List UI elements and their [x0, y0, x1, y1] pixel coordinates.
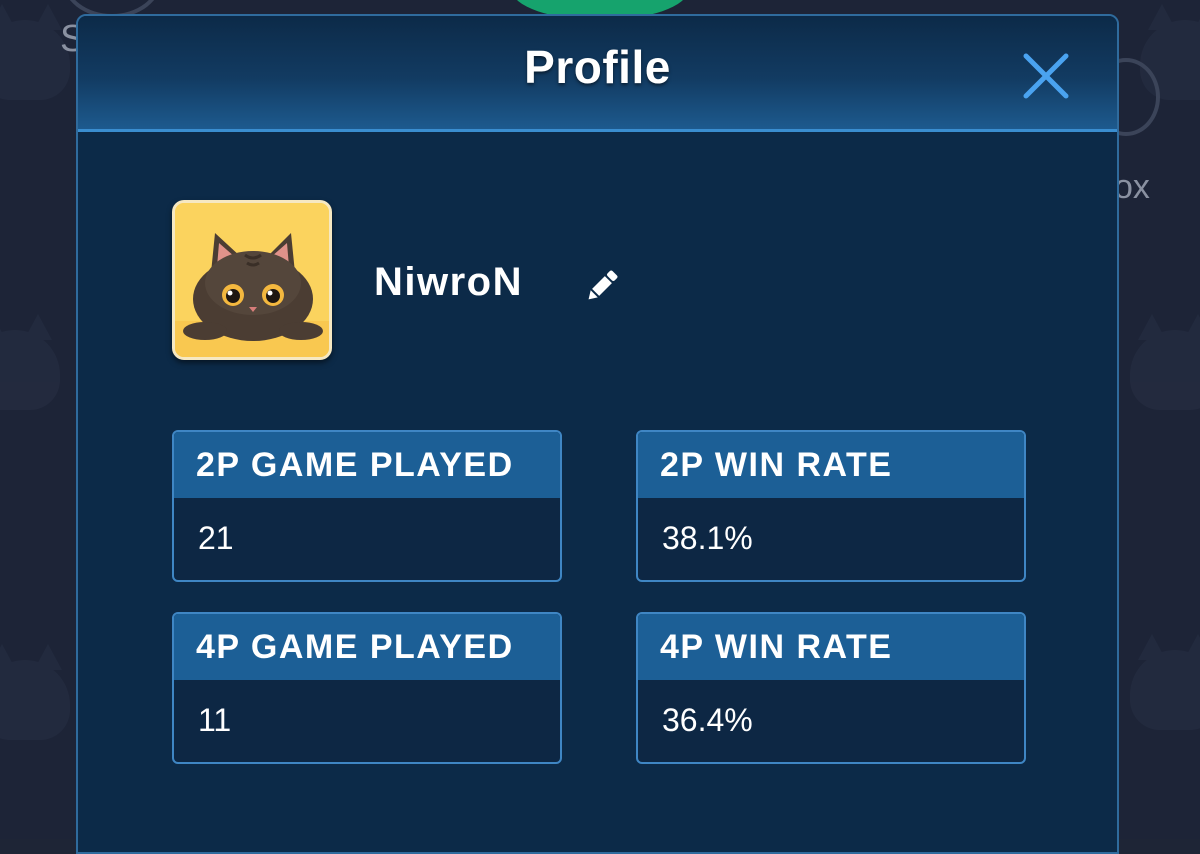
cat-avatar-icon — [175, 203, 329, 357]
stat-label: 2P WIN RATE — [660, 446, 893, 484]
background-cat-pattern — [0, 314, 60, 410]
edit-name-button[interactable] — [580, 264, 624, 308]
username: NiwroN — [374, 260, 523, 304]
background-cat-pattern — [1130, 634, 1200, 730]
stat-card-header: 2P GAME PLAYED — [174, 432, 560, 498]
stat-value: 36.4% — [662, 702, 753, 738]
stat-value: 11 — [198, 702, 232, 738]
stat-value: 38.1% — [662, 520, 753, 556]
stat-card-header: 4P GAME PLAYED — [174, 614, 560, 680]
background-cat-pattern — [1130, 314, 1200, 410]
pencil-icon — [588, 270, 618, 300]
stat-value: 21 — [198, 520, 234, 556]
close-button[interactable] — [1018, 48, 1074, 104]
dialog-title: Profile — [524, 41, 671, 93]
stat-card-4p-win-rate: 4P WIN RATE 36.4% — [636, 612, 1026, 764]
close-icon — [1023, 53, 1069, 99]
stat-card-header: 4P WIN RATE — [638, 614, 1024, 680]
background-inbox-label: ox — [1114, 168, 1150, 206]
background-cat-pattern — [0, 644, 70, 740]
stat-label: 4P GAME PLAYED — [196, 628, 514, 666]
stat-label: 2P GAME PLAYED — [196, 446, 514, 484]
profile-dialog: Profile NiwroN 2P GAME PLAYED 21 2P WIN … — [76, 14, 1119, 854]
stat-label: 4P WIN RATE — [660, 628, 893, 666]
avatar[interactable] — [172, 200, 332, 360]
stat-card-2p-games: 2P GAME PLAYED 21 — [172, 430, 562, 582]
stat-card-header: 2P WIN RATE — [638, 432, 1024, 498]
dialog-header: Profile — [78, 16, 1117, 132]
stat-card-2p-win-rate: 2P WIN RATE 38.1% — [636, 430, 1026, 582]
stat-card-4p-games: 4P GAME PLAYED 11 — [172, 612, 562, 764]
